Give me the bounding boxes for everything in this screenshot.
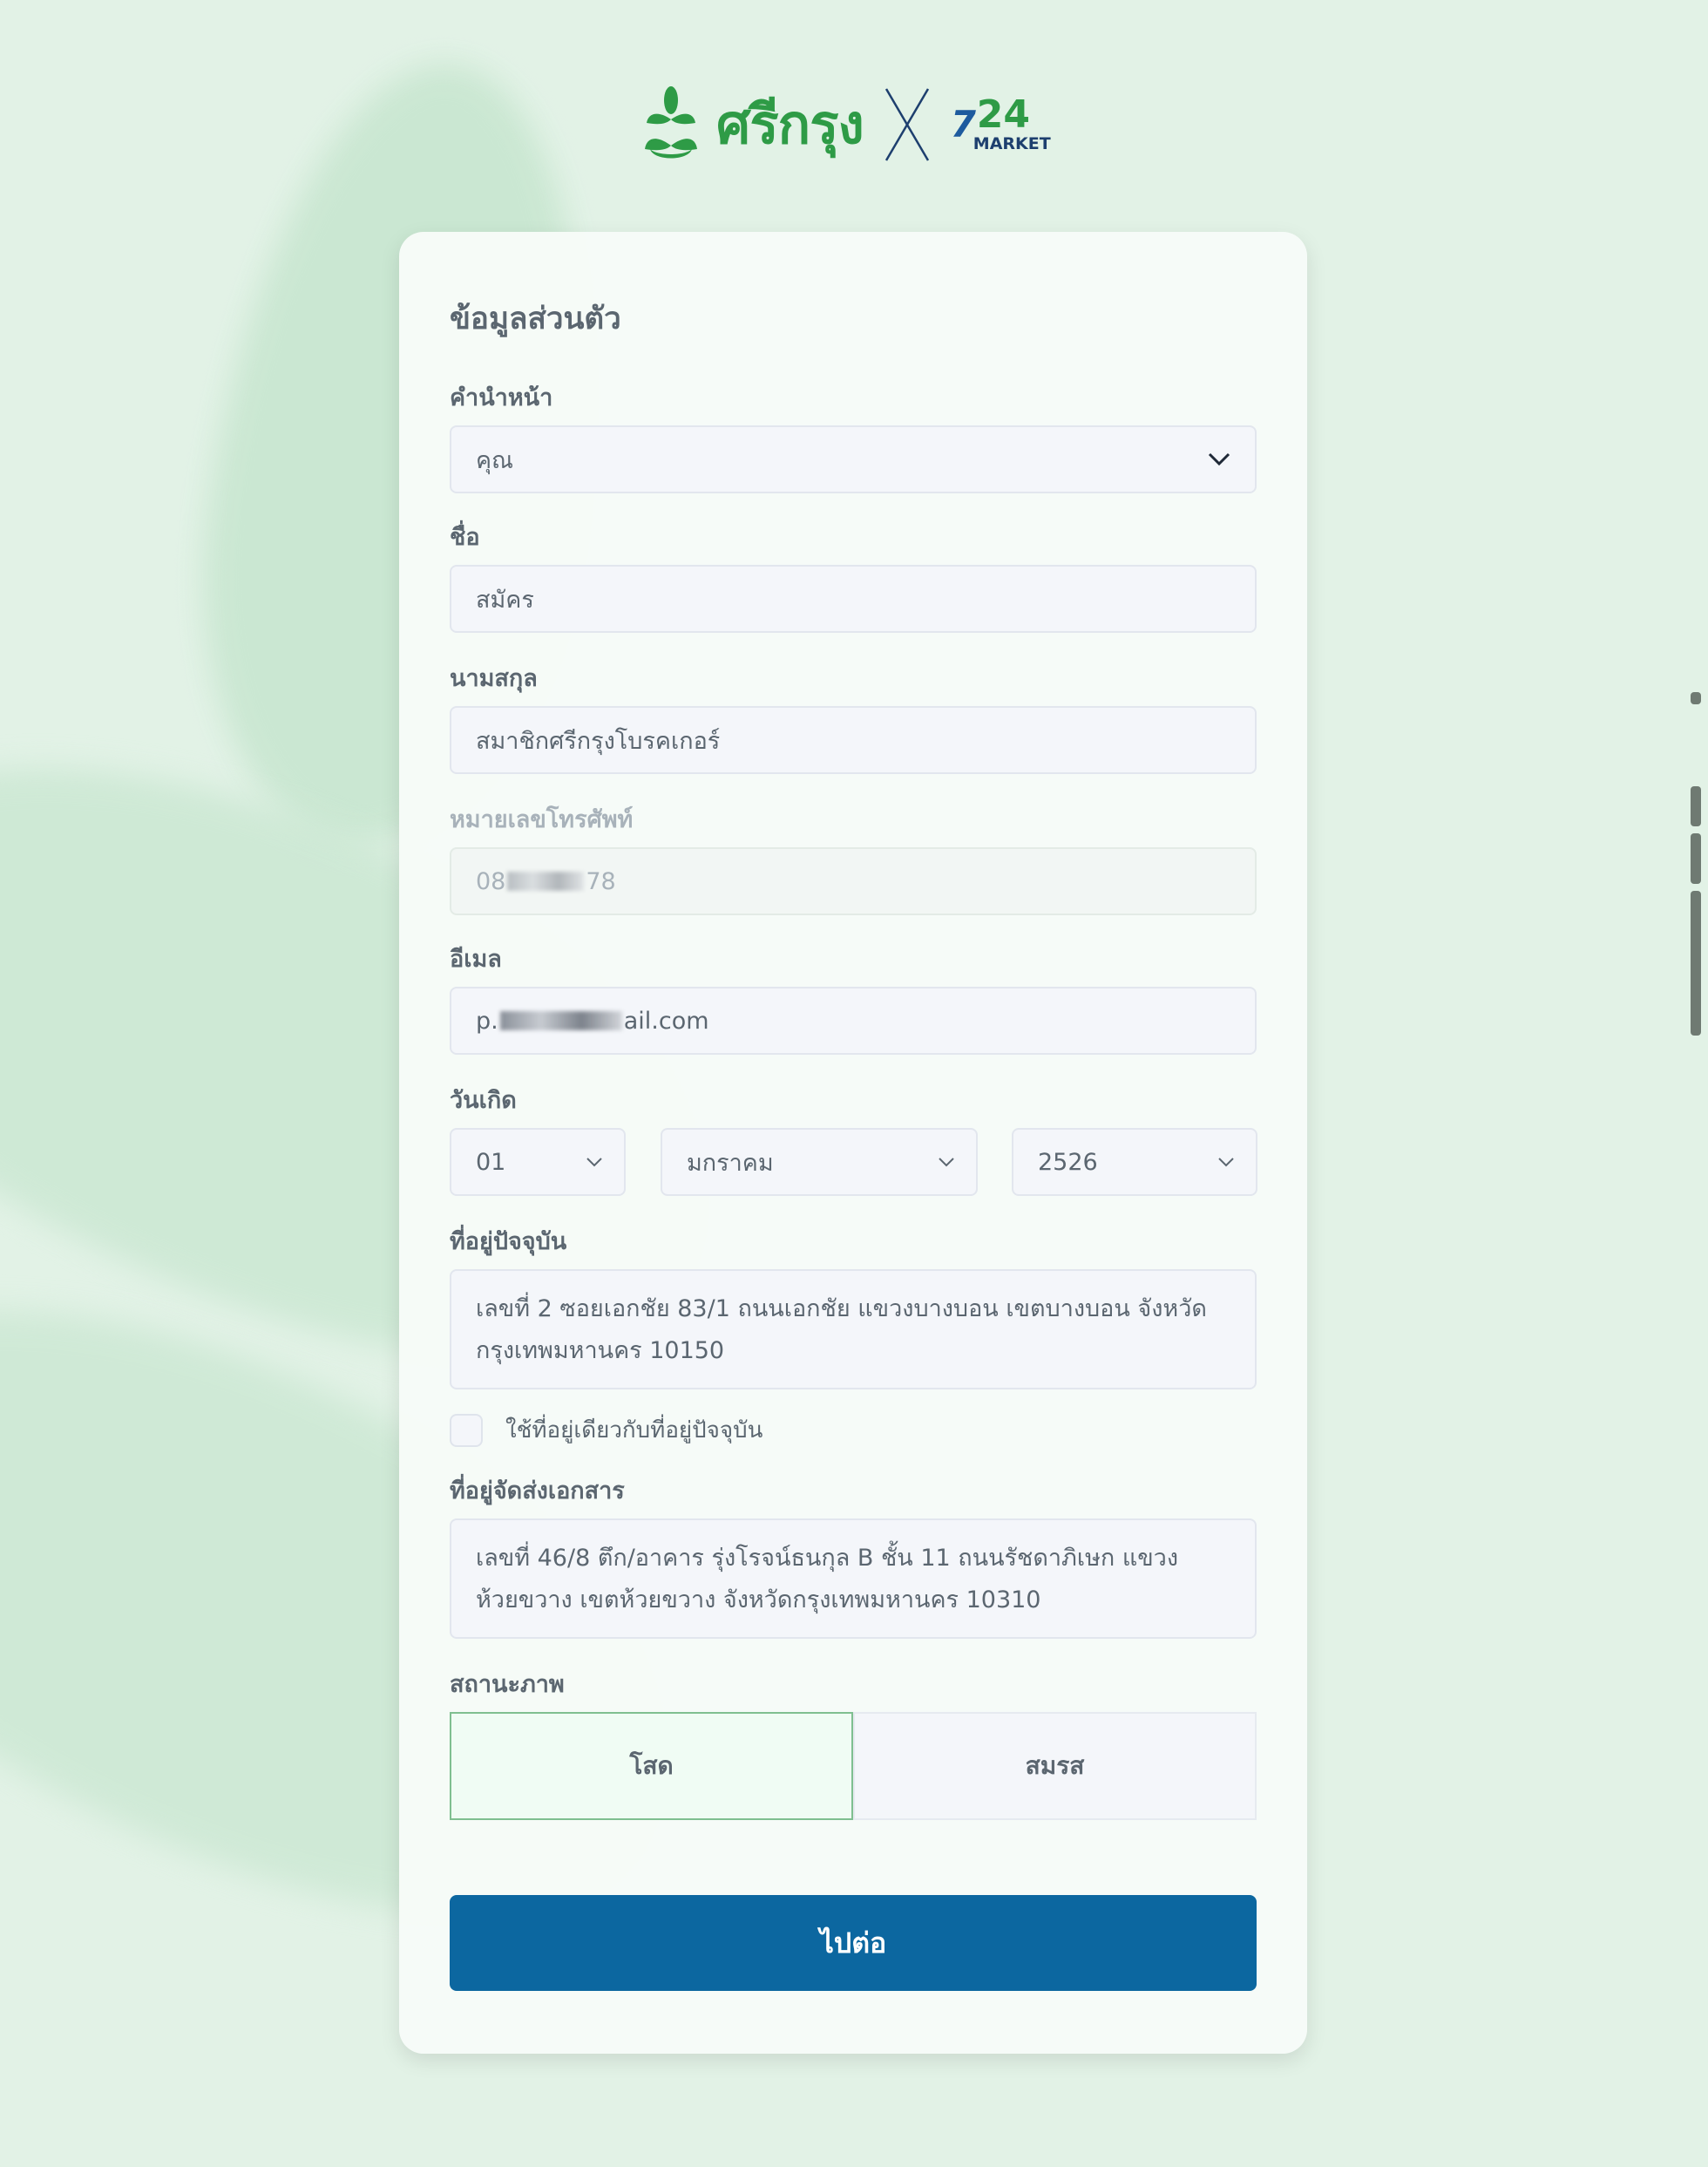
phone-input: 08 78 [450, 847, 1257, 915]
partner-logo-seven: 7 [950, 102, 977, 146]
birth-month-value: มกราคม [687, 1149, 774, 1177]
birth-month-select[interactable]: มกราคม [661, 1128, 978, 1196]
current-address-input[interactable]: เลขที่ 2 ซอยเอกชัย 83/1 ถนนเอกชัย แขวงบา… [450, 1269, 1257, 1389]
mailing-address-label: ที่อยู่จัดส่งเอกสาร [450, 1478, 625, 1505]
scroll-marker [1691, 833, 1701, 884]
header-logos: ศรีกรุง 7 24 MARKET [645, 83, 1051, 166]
chevron-down-icon [586, 1158, 602, 1167]
same-address-checkbox[interactable] [450, 1413, 483, 1447]
last-name-label: นามสกุล [450, 665, 538, 692]
email-input[interactable]: p. ail.com [450, 987, 1257, 1055]
personal-info-card: ข้อมูลส่วนตัว คำนำหน้า คุณ ชื่อ สมัคร นา… [399, 232, 1307, 2054]
status-option-married[interactable]: สมรส [853, 1712, 1257, 1820]
collaboration-x-icon [884, 87, 929, 161]
phone-label: หมายเลขโทรศัพท์ [450, 806, 634, 833]
birthday-label: วันเกิด [450, 1087, 517, 1114]
marital-status-group: โสด สมรส [450, 1712, 1257, 1820]
same-address-row[interactable]: ใช้ที่อยู่เดียวกับที่อยู่ปัจจุบัน [450, 1412, 762, 1448]
chevron-down-icon [1208, 452, 1230, 466]
last-name-value: สมาชิกศรีกรุงโบรคเกอร์ [476, 727, 721, 755]
status-option-single[interactable]: โสด [450, 1712, 853, 1820]
sprout-logo-icon [645, 85, 697, 158]
scroll-marker [1691, 692, 1701, 704]
partner-logo: 7 24 MARKET [950, 92, 1051, 155]
chevron-down-icon [939, 1158, 954, 1167]
email-value-end: ail.com [623, 1007, 709, 1035]
phone-value-end: 78 [586, 867, 616, 895]
phone-value-start: 08 [476, 867, 506, 895]
partner-logo-word: MARKET [973, 133, 1051, 153]
mailing-address-input[interactable]: เลขที่ 46/8 ตึก/อาคาร รุ่งโรจน์ธนกุล B ช… [450, 1518, 1257, 1639]
chevron-down-icon [1218, 1158, 1234, 1167]
prefix-select[interactable]: คุณ [450, 425, 1257, 493]
current-address-value: เลขที่ 2 ซอยเอกชัย 83/1 ถนนเอกชัย แขวงบา… [476, 1295, 1207, 1364]
email-value-start: p. [476, 1007, 498, 1035]
same-address-label: ใช้ที่อยู่เดียวกับที่อยู่ปัจจุบัน [505, 1417, 763, 1444]
birth-year-select[interactable]: 2526 [1012, 1128, 1257, 1196]
redacted-text [499, 1011, 622, 1030]
redacted-text [507, 872, 585, 891]
brand-name: ศรีกรุง [716, 92, 864, 156]
mailing-address-value: เลขที่ 46/8 ตึก/อาคาร รุ่งโรจน์ธนกุล B ช… [476, 1545, 1179, 1613]
scrollbar-thumb[interactable] [1691, 891, 1701, 1036]
first-name-label: ชื่อ [450, 524, 480, 551]
first-name-input[interactable]: สมัคร [450, 565, 1257, 633]
last-name-input[interactable]: สมาชิกศรีกรุงโบรคเกอร์ [450, 706, 1257, 774]
section-title: ข้อมูลส่วนตัว [450, 302, 621, 336]
birth-year-value: 2526 [1038, 1148, 1098, 1176]
birth-day-select[interactable]: 01 [450, 1128, 626, 1196]
birth-day-value: 01 [476, 1148, 506, 1176]
partner-logo-24: 24 [976, 92, 1031, 137]
marital-status-label: สถานะภาพ [450, 1671, 565, 1698]
current-address-label: ที่อยู่ปัจจุบัน [450, 1228, 567, 1255]
scroll-marker [1691, 786, 1701, 826]
email-label: อีเมล [450, 946, 502, 973]
prefix-label: คำนำหน้า [450, 384, 553, 411]
first-name-value: สมัคร [476, 586, 534, 614]
next-button[interactable]: ไปต่อ [450, 1895, 1257, 1991]
prefix-value: คุณ [476, 446, 514, 474]
